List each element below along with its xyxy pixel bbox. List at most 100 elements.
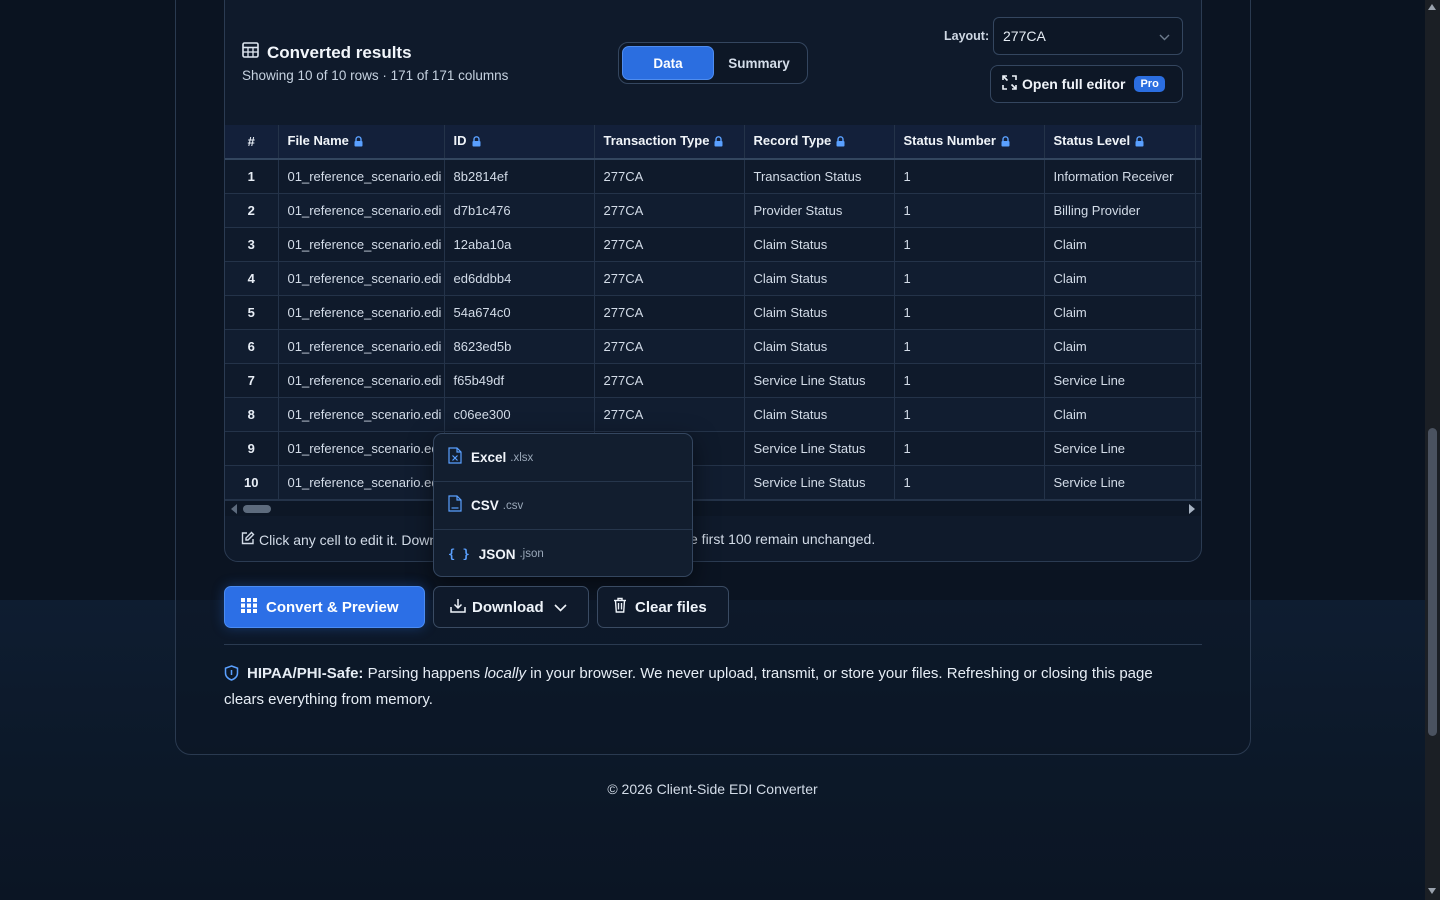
- horizontal-scrollbar[interactable]: [225, 500, 1201, 516]
- edit-hint-text: Click any cell to edit it. Down: [259, 531, 438, 548]
- horizontal-scroll-thumb[interactable]: [243, 505, 271, 513]
- clear-files-button[interactable]: Clear files: [597, 586, 729, 628]
- download-button[interactable]: Download: [433, 586, 589, 628]
- cell-transaction-type[interactable]: 277CA: [594, 329, 745, 364]
- cell-status-number[interactable]: 1: [894, 261, 1045, 296]
- cell-record-type[interactable]: Service Line Status: [744, 465, 895, 500]
- cell-file-name[interactable]: 01_reference_scenario.edi: [278, 329, 445, 364]
- download-option-csv[interactable]: CSV .csv: [434, 482, 692, 530]
- lock-icon: [472, 135, 481, 150]
- cell-status-level[interactable]: Service Line: [1044, 431, 1196, 466]
- cell-status-level[interactable]: Claim: [1044, 397, 1196, 432]
- cell-id[interactable]: d7b1c476: [444, 193, 595, 228]
- cell-file-name[interactable]: 01_reference_scenario.edi: [278, 227, 445, 262]
- results-table-container[interactable]: # File Name ID Transaction Type Record T…: [225, 125, 1201, 517]
- cell-transaction-type[interactable]: 277CA: [594, 227, 745, 262]
- column-header-record-type[interactable]: Record Type: [744, 125, 895, 160]
- cell-status-level[interactable]: Claim: [1044, 261, 1196, 296]
- column-header-file-name[interactable]: File Name: [278, 125, 445, 160]
- cell-file-name[interactable]: 01_reference_scenario.edi: [278, 397, 445, 432]
- cell-record-type[interactable]: Transaction Status: [744, 159, 895, 194]
- download-option-name: Excel: [471, 450, 507, 465]
- cell-file-name[interactable]: 01_reference_scenario.edi: [278, 261, 445, 296]
- cell-record-type[interactable]: Claim Status: [744, 397, 895, 432]
- convert-preview-button[interactable]: Convert & Preview: [224, 586, 425, 628]
- cell-status-level[interactable]: Claim: [1044, 295, 1196, 330]
- table-header-row: # File Name ID Transaction Type Record T…: [225, 125, 1201, 160]
- cell-status-level[interactable]: Service Line: [1044, 465, 1196, 500]
- cell-overflow: [1195, 431, 1201, 466]
- scroll-up-icon[interactable]: [1428, 4, 1436, 10]
- cell-id[interactable]: 54a674c0: [444, 295, 595, 330]
- column-header-transaction-type[interactable]: Transaction Type: [594, 125, 745, 160]
- download-menu: Excel .xlsx CSV .csv { } JSON .json: [433, 433, 693, 577]
- cell-record-type[interactable]: Service Line Status: [744, 363, 895, 398]
- results-title: Converted results: [242, 42, 412, 63]
- cell-overflow: [1195, 363, 1201, 398]
- table-row: 6 01_reference_scenario.edi 8623ed5b 277CA C…: [225, 329, 1201, 364]
- download-option-excel[interactable]: Excel .xlsx: [434, 434, 692, 482]
- cell-id[interactable]: f65b49df: [444, 363, 595, 398]
- cell-file-name[interactable]: 01_reference_scenario.edi: [278, 465, 445, 500]
- convert-preview-label: Convert & Preview: [266, 598, 399, 616]
- layout-select[interactable]: 277CA: [993, 17, 1183, 55]
- cell-overflow: [1195, 261, 1201, 296]
- cell-status-level[interactable]: Claim: [1044, 227, 1196, 262]
- cell-record-type[interactable]: Claim Status: [744, 329, 895, 364]
- cell-record-type[interactable]: Claim Status: [744, 295, 895, 330]
- tab-summary[interactable]: Summary: [714, 46, 804, 80]
- cell-file-name[interactable]: 01_reference_scenario.edi: [278, 159, 445, 194]
- cell-status-level[interactable]: Claim: [1044, 329, 1196, 364]
- cell-status-number[interactable]: 1: [894, 431, 1045, 466]
- cell-id[interactable]: 8b2814ef: [444, 159, 595, 194]
- cell-record-type[interactable]: Claim Status: [744, 261, 895, 296]
- cell-record-type[interactable]: Service Line Status: [744, 431, 895, 466]
- cell-transaction-type[interactable]: 277CA: [594, 363, 745, 398]
- cell-status-number[interactable]: 1: [894, 329, 1045, 364]
- cell-status-number[interactable]: 1: [894, 397, 1045, 432]
- shield-icon: [224, 665, 239, 688]
- tab-data[interactable]: Data: [622, 46, 714, 80]
- cell-id[interactable]: 8623ed5b: [444, 329, 595, 364]
- cell-status-level[interactable]: Service Line: [1044, 363, 1196, 398]
- cell-status-level[interactable]: Information Receiver: [1044, 159, 1196, 194]
- cell-file-name[interactable]: 01_reference_scenario.edi: [278, 295, 445, 330]
- cell-file-name[interactable]: 01_reference_scenario.edi: [278, 431, 445, 466]
- cell-status-level[interactable]: Billing Provider: [1044, 193, 1196, 228]
- json-braces-icon: { }: [448, 547, 470, 561]
- cell-file-name[interactable]: 01_reference_scenario.edi: [278, 193, 445, 228]
- vertical-scroll-thumb[interactable]: [1428, 428, 1437, 736]
- download-option-ext: .xlsx: [510, 451, 534, 464]
- cell-record-type[interactable]: Provider Status: [744, 193, 895, 228]
- cell-file-name[interactable]: 01_reference_scenario.edi: [278, 363, 445, 398]
- scroll-down-icon[interactable]: [1428, 888, 1436, 894]
- cell-status-number[interactable]: 1: [894, 363, 1045, 398]
- vertical-scrollbar[interactable]: [1425, 0, 1440, 900]
- cell-status-number[interactable]: 1: [894, 193, 1045, 228]
- cell-transaction-type[interactable]: 277CA: [594, 397, 745, 432]
- table-row: 2 01_reference_scenario.edi d7b1c476 277CA P…: [225, 193, 1201, 228]
- scroll-right-icon[interactable]: [1189, 504, 1195, 514]
- cell-status-number[interactable]: 1: [894, 227, 1045, 262]
- cell-transaction-type[interactable]: 277CA: [594, 261, 745, 296]
- download-option-name: CSV: [471, 498, 499, 513]
- hipaa-text-before: Parsing happens: [363, 665, 485, 682]
- cell-overflow: [1195, 329, 1201, 364]
- cell-id[interactable]: c06ee300: [444, 397, 595, 432]
- cell-transaction-type[interactable]: 277CA: [594, 295, 745, 330]
- cell-status-number[interactable]: 1: [894, 295, 1045, 330]
- cell-status-number[interactable]: 1: [894, 465, 1045, 500]
- cell-record-type[interactable]: Claim Status: [744, 227, 895, 262]
- cell-id[interactable]: ed6ddbb4: [444, 261, 595, 296]
- download-option-json[interactable]: { } JSON .json: [434, 530, 692, 578]
- column-header-id[interactable]: ID: [444, 125, 595, 160]
- open-full-editor-button[interactable]: Open full editor Pro: [990, 65, 1183, 103]
- cell-status-number[interactable]: 1: [894, 159, 1045, 194]
- column-header-status-level[interactable]: Status Level: [1044, 125, 1196, 160]
- row-index: 1: [225, 159, 279, 194]
- cell-transaction-type[interactable]: 277CA: [594, 193, 745, 228]
- cell-transaction-type[interactable]: 277CA: [594, 159, 745, 194]
- cell-id[interactable]: 12aba10a: [444, 227, 595, 262]
- column-header-status-number[interactable]: Status Number: [894, 125, 1045, 160]
- scroll-left-icon[interactable]: [231, 504, 237, 514]
